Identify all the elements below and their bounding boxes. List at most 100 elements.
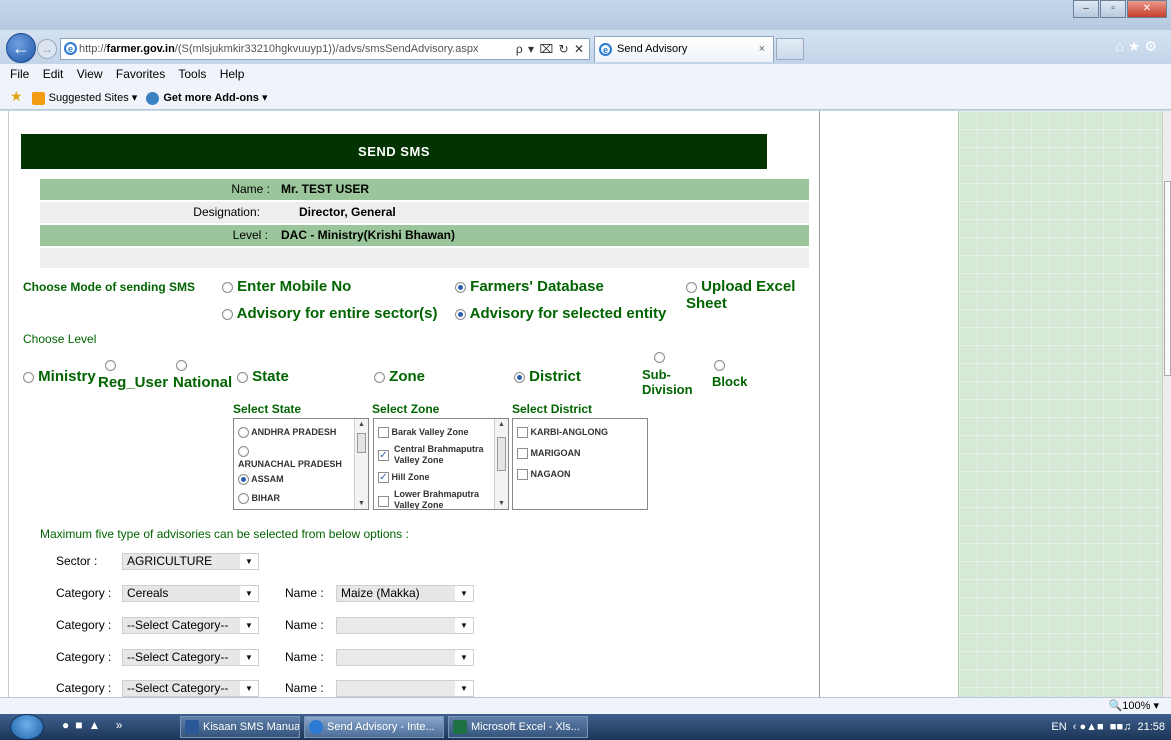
level-block-radio[interactable] [714,360,725,371]
district-check-3[interactable] [517,469,528,481]
scroll-up-icon[interactable]: ▲ [358,421,365,428]
scope-sector-radio[interactable] [222,308,233,320]
suggested-sites-link[interactable]: Suggested Sites ▾ [49,92,138,104]
clock[interactable]: 21:58 [1137,721,1165,733]
level-zone-option[interactable]: Zone [374,368,425,385]
level-district-option[interactable]: District [514,368,581,385]
district-check-2[interactable] [517,448,528,460]
scope-entity-radio[interactable] [455,308,466,320]
level-ministry-radio[interactable] [23,371,34,383]
zone-check-3[interactable]: ✓ [378,472,389,484]
district-option-1[interactable]: KARBI-ANGLONG [517,427,608,439]
scope-entity-option[interactable]: Advisory for selected entity [455,305,666,322]
new-tab-button[interactable] [776,38,804,60]
menu-favorites[interactable]: Favorites [116,67,165,81]
zone-label-2b[interactable]: Valley Zone [394,455,444,465]
language-indicator[interactable]: EN [1051,721,1066,733]
favorites-star-icon[interactable]: ★ [10,88,23,104]
state-option-3[interactable]: ASSAM [238,474,284,486]
zone-check-1[interactable] [378,427,389,439]
zone-scroll-down-icon[interactable]: ▼ [498,500,505,507]
level-national-radio[interactable] [176,360,187,371]
state-scrollbar[interactable]: ▲ ▼ [354,419,368,509]
level-district-radio[interactable] [514,371,525,383]
get-addons-link[interactable]: Get more Add-ons ▾ [163,92,267,104]
page-scroll-thumb[interactable] [1164,181,1171,376]
zone-listbox[interactable]: Barak Valley Zone Central Brahmaputra ✓ … [373,418,509,510]
mode-mobile-radio[interactable] [222,281,233,293]
name-select-4[interactable]: ▼ [336,680,474,697]
level-ministry-option[interactable]: Ministry [23,368,96,385]
state-radio-1[interactable] [238,427,249,439]
level-zone-radio[interactable] [374,371,385,383]
category-select-1[interactable]: Cereals ▼ [122,585,259,602]
sector-select[interactable]: AGRICULTURE ▼ [122,553,259,570]
tab-close-icon[interactable]: × [759,37,765,61]
menu-help[interactable]: Help [220,67,245,81]
name-select-3[interactable]: ▼ [336,649,474,666]
name-select-2[interactable]: ▼ [336,617,474,634]
state-radio-3[interactable] [238,474,249,486]
district-check-1[interactable] [517,427,528,439]
zone-check-2-wrap[interactable]: ✓ [378,450,389,462]
menu-tools[interactable]: Tools [178,67,206,81]
maximize-button[interactable]: ▫ [1100,0,1126,18]
quicklaunch-icons[interactable]: ●■▲ » [62,718,128,732]
state-option-1[interactable]: ANDHRA PRADESH [238,427,336,439]
menu-edit[interactable]: Edit [43,67,64,81]
mode-database-radio[interactable] [455,281,466,293]
zone-scroll-thumb[interactable] [497,437,506,471]
close-button[interactable]: ✕ [1127,0,1167,18]
task-word[interactable]: Kisaan SMS Manual.... [180,716,300,738]
category-select-2[interactable]: --Select Category-- ▼ [122,617,259,634]
category-select-4[interactable]: --Select Category-- ▼ [122,680,259,697]
mode-mobile-option[interactable]: Enter Mobile No [222,278,351,295]
category-select-3[interactable]: --Select Category-- ▼ [122,649,259,666]
back-button[interactable]: ← [6,33,36,63]
state-option-4[interactable]: BIHAR [238,493,280,505]
menu-view[interactable]: View [77,67,103,81]
zone-scrollbar[interactable]: ▲ ▼ [494,419,508,509]
district-option-3[interactable]: NAGAON [517,469,571,481]
address-tools[interactable]: ρ ▾ ⌧ ↻ ✕ [511,39,585,59]
zone-check-2[interactable]: ✓ [378,450,389,462]
zone-label-4a[interactable]: Lower Brahmaputra [394,489,479,499]
mode-excel-option[interactable]: Upload Excel Sheet [686,278,819,312]
zone-scroll-up-icon[interactable]: ▲ [498,421,505,428]
zoom-level[interactable]: 🔍100% ▾ [1109,698,1159,714]
start-button[interactable] [10,714,44,740]
home-favorites-tools-icons[interactable]: ⌂★⚙ [1115,38,1161,55]
minimize-button[interactable]: – [1073,0,1099,18]
level-reguser-radio[interactable] [105,360,116,371]
district-listbox[interactable]: KARBI-ANGLONG MARIGOAN NAGAON [512,418,648,510]
task-excel[interactable]: Microsoft Excel - Xls... [448,716,588,738]
scroll-down-icon[interactable]: ▼ [358,500,365,507]
zone-option-1[interactable]: Barak Valley Zone [378,427,469,439]
mode-database-option[interactable]: Farmers' Database [455,278,604,295]
scope-sector-option[interactable]: Advisory for entire sector(s) [222,305,438,322]
state-radio-2[interactable] [238,446,249,458]
zone-label-2a[interactable]: Central Brahmaputra [394,444,484,454]
level-subdivision-radio[interactable] [654,352,665,363]
forward-button[interactable]: → [37,39,57,59]
level-state-radio[interactable] [237,371,248,383]
name-select-1[interactable]: Maize (Makka) ▼ [336,585,474,602]
state-radio-4[interactable] [238,493,249,505]
district-option-2[interactable]: MARIGOAN [517,448,581,460]
zone-option-3[interactable]: ✓ Hill Zone [378,472,430,484]
state-scroll-thumb[interactable] [357,433,366,453]
task-ie[interactable]: Send Advisory - Inte... [304,716,444,738]
zone-check-4-wrap[interactable] [378,496,389,508]
page-scrollbar[interactable] [1162,111,1171,697]
state-listbox[interactable]: ANDHRA PRADESH ARUNACHAL PRADESH ASSAM B… [233,418,369,510]
tab-send-advisory[interactable]: e Send Advisory × [594,36,774,62]
zone-label-4b[interactable]: Valley Zone [394,500,444,509]
address-bar[interactable]: e http://farmer.gov.in/(S(mlsjukmkir3321… [60,38,590,60]
state-radio-2-wrap[interactable] [238,446,249,458]
state-label-2[interactable]: ARUNACHAL PRADESH [238,459,342,469]
ie-page-icon: e [64,42,77,55]
level-state-option[interactable]: State [237,368,289,385]
zone-check-4[interactable] [378,496,389,508]
mode-excel-radio[interactable] [686,281,697,293]
menu-file[interactable]: File [10,67,29,81]
